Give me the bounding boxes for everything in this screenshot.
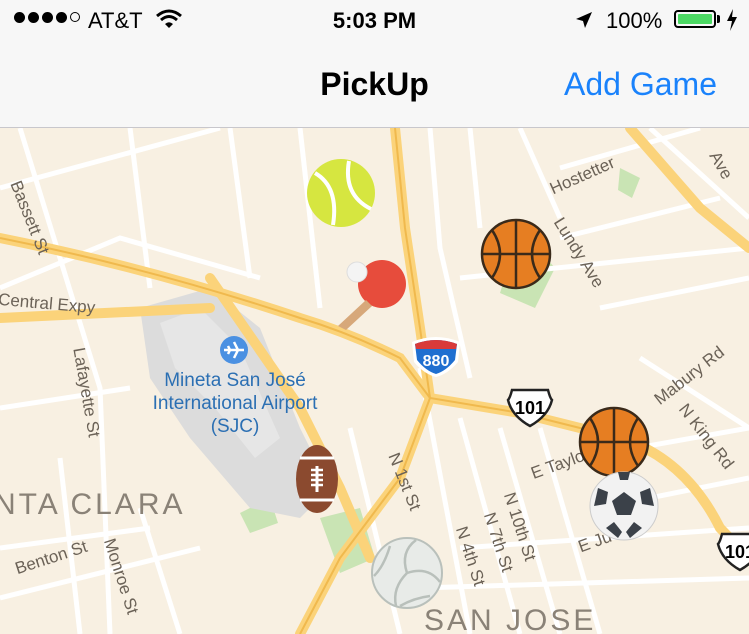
- us-101-edge-number: 101: [725, 542, 749, 562]
- volleyball-game-pin-icon[interactable]: [370, 536, 444, 610]
- battery-icon: [674, 10, 716, 28]
- football-game-pin-icon[interactable]: [294, 444, 340, 514]
- tennis-game-pin-icon[interactable]: [305, 157, 377, 229]
- battery-percentage: 100%: [606, 8, 663, 33]
- battery-tip: [717, 15, 720, 23]
- charging-bolt-icon: [727, 9, 737, 31]
- us-101-shield-edge: 101: [716, 532, 749, 572]
- map-view[interactable]: Bassett St Central Expy Lafayette St Ben…: [0, 128, 749, 634]
- interstate-880-number: 880: [423, 353, 450, 370]
- soccer-game-pin-icon[interactable]: [588, 470, 660, 542]
- basketball-game-pin-icon[interactable]: [480, 218, 552, 290]
- interstate-880-shield: 880: [412, 337, 460, 377]
- us-101-shield: 101: [506, 388, 554, 428]
- add-game-button[interactable]: Add Game: [564, 66, 717, 103]
- city-label-santa-clara: NTA CLARA: [0, 488, 186, 521]
- city-label-san-jose: SAN JOSE: [424, 604, 597, 634]
- ping-pong-game-pin-icon[interactable]: [332, 254, 410, 330]
- status-bar: AT&T 5:03 PM 100%: [0, 0, 749, 40]
- location-services-icon: [576, 12, 592, 28]
- basketball-game-pin-icon[interactable]: [578, 406, 650, 478]
- navigation-bar: PickUp Add Game: [0, 40, 749, 128]
- airport-label: Mineta San José International Airport (S…: [152, 370, 318, 437]
- us-101-number: 101: [515, 398, 545, 418]
